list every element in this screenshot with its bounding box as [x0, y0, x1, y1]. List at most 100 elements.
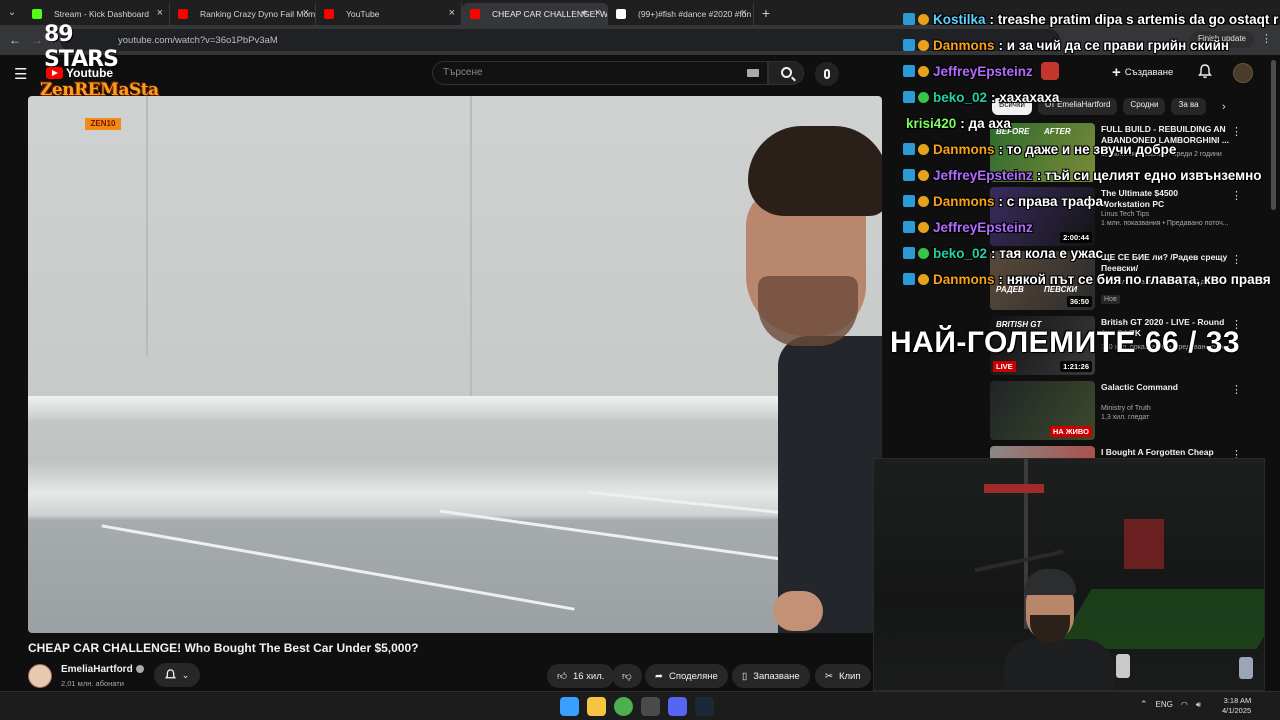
chat-message: beko_02: хахахаха	[903, 88, 1059, 106]
close-icon[interactable]: ×	[741, 7, 747, 19]
chrome-icon[interactable]	[614, 697, 633, 716]
wall-seam	[470, 96, 472, 396]
voice-search-button[interactable]	[815, 62, 839, 86]
obs-icon[interactable]	[641, 697, 660, 716]
steam-icon[interactable]	[695, 697, 714, 716]
file-explorer-icon[interactable]	[587, 697, 606, 716]
clip-label: Клип	[838, 670, 861, 682]
stream-logo: 89 STARS ZenREMaSta ZEN10	[40, 22, 159, 134]
chat-username: beko_02	[933, 89, 988, 105]
browser-tab[interactable]: Ranking Crazy Dyno Fail Mome ×	[170, 3, 316, 25]
close-icon[interactable]: ×	[449, 7, 455, 19]
more-options-icon[interactable]: ⋮	[1231, 383, 1242, 396]
chevron-up-icon[interactable]: ⌃	[1140, 699, 1148, 710]
verified-badge-icon	[903, 143, 915, 155]
verified-badge-icon	[903, 195, 915, 207]
verified-badge-icon	[903, 247, 915, 259]
recommended-video[interactable]: НА ЖИВО Galactic Command Ministry of Truth…	[990, 381, 1246, 441]
person-hair	[748, 126, 882, 216]
share-button[interactable]: ➦ Споделяне	[645, 664, 728, 688]
browser-tab[interactable]: CHEAP CAR CHALLENGE! W 🔊︎ ×	[462, 3, 608, 25]
video-duration: 1:21:26	[1060, 361, 1092, 372]
like-button[interactable]: 👍︎ 16 хил.	[547, 664, 615, 688]
clip-button[interactable]: ✂ Клип	[815, 664, 871, 688]
close-icon[interactable]: ×	[595, 7, 601, 19]
emote-icon	[1040, 62, 1059, 80]
tab-favicon-icon	[470, 9, 480, 19]
discord-icon[interactable]	[668, 697, 687, 716]
subscriber-badge-icon	[918, 169, 929, 181]
volume-icon[interactable]: 🔊︎	[1196, 700, 1201, 710]
keyboard-icon[interactable]	[747, 69, 759, 77]
parking-line	[101, 524, 575, 611]
person-beard	[758, 276, 858, 346]
speaker-icon[interactable]: 🔊︎	[582, 8, 587, 18]
channel-name[interactable]: EmeliaHartford	[61, 664, 144, 675]
chat-message: krisi420: да аха	[906, 114, 1011, 132]
subscriber-badge-icon	[918, 195, 929, 207]
video-thumbnail[interactable]: НА ЖИВО	[990, 381, 1095, 440]
search-button[interactable]	[768, 61, 804, 85]
chat-text: : хахахаха	[991, 89, 1060, 105]
chat-text: : тая кола е ужас	[991, 245, 1104, 261]
subscriber-badge-icon	[918, 273, 929, 285]
save-button[interactable]: ▯ Запазване	[732, 664, 810, 688]
subscriber-badge-icon	[918, 143, 929, 155]
chat-username: JeffreyEpsteinz	[933, 63, 1033, 79]
share-icon: ➦	[655, 670, 663, 682]
streamer-headset	[1024, 569, 1076, 595]
notifications-button[interactable]: ⌄	[154, 663, 200, 687]
search-icon	[781, 67, 792, 78]
verified-icon	[135, 665, 144, 674]
tab-label: (99+)#fish #dance #2020 #fun	[638, 9, 752, 19]
thumbs-up-icon: 👍︎	[557, 671, 567, 682]
streamer-torso	[1004, 639, 1114, 690]
thumbs-down-icon: 👎︎	[622, 671, 632, 682]
chat-username: Danmons	[933, 141, 995, 157]
webcam-tool	[984, 484, 1044, 493]
streamer	[1004, 569, 1114, 690]
new-tab-button[interactable]: +	[754, 5, 778, 21]
chat-message: JeffreyEpsteinz	[903, 218, 1037, 236]
dislike-button[interactable]: 👎︎	[612, 664, 642, 688]
tab-search-icon[interactable]: ⌄	[0, 0, 24, 25]
clock[interactable]: 3:18 AM 4/1/2025	[1222, 696, 1251, 716]
chat-text: : с права трафа	[998, 193, 1103, 209]
channel-name[interactable]: Ministry of Truth	[1101, 405, 1151, 412]
video-title[interactable]: Galactic Command	[1101, 382, 1229, 393]
subscriber-badge-icon	[918, 91, 929, 103]
logo-tag-text: ZEN10	[85, 118, 121, 130]
verified-badge-icon	[903, 221, 915, 233]
browser-tab[interactable]: YouTube ×	[316, 3, 462, 25]
chat-text: : да аха	[960, 115, 1011, 131]
search-input[interactable]: Търсене	[432, 61, 768, 85]
chat-message: Danmons: с права трафа	[903, 192, 1103, 210]
browser-tab[interactable]: (99+)#fish #dance #2020 #fun ×	[608, 3, 754, 25]
wifi-icon[interactable]: ◠	[1181, 700, 1188, 709]
chat-text: : тъй си целият едно извънземно	[1036, 167, 1262, 183]
chat-username: Danmons	[933, 271, 995, 287]
taskbar-apps	[560, 697, 714, 716]
verified-badge-icon	[903, 169, 915, 181]
chat-message: JeffreyEpsteinz	[903, 62, 1059, 80]
channel-avatar[interactable]	[28, 664, 52, 688]
video-player[interactable]	[28, 96, 882, 633]
back-button[interactable]: ←	[4, 33, 26, 47]
like-count: 16 хил.	[572, 670, 605, 682]
person-hand	[773, 591, 823, 631]
windows-start-icon[interactable]	[560, 697, 579, 716]
chat-username: JeffreyEpsteinz	[933, 219, 1033, 235]
language-indicator[interactable]: ENG	[1156, 700, 1173, 709]
video-title[interactable]: I Bought A Forgotten Cheap	[1101, 447, 1229, 458]
menu-icon[interactable]: ☰	[14, 65, 27, 83]
subscriber-badge-icon	[918, 221, 929, 233]
video-person	[728, 126, 882, 633]
close-icon[interactable]: ×	[157, 7, 163, 19]
verified-badge-icon	[903, 273, 915, 285]
bookmark-icon: ▯	[742, 670, 748, 682]
microphone-icon	[824, 69, 830, 79]
channel-name-text[interactable]: EmeliaHartford	[61, 664, 133, 675]
close-icon[interactable]: ×	[303, 7, 309, 19]
chat-message: JeffreyEpsteinz: тъй си целият едно извъ…	[903, 166, 1261, 184]
tab-favicon-icon	[178, 9, 188, 19]
